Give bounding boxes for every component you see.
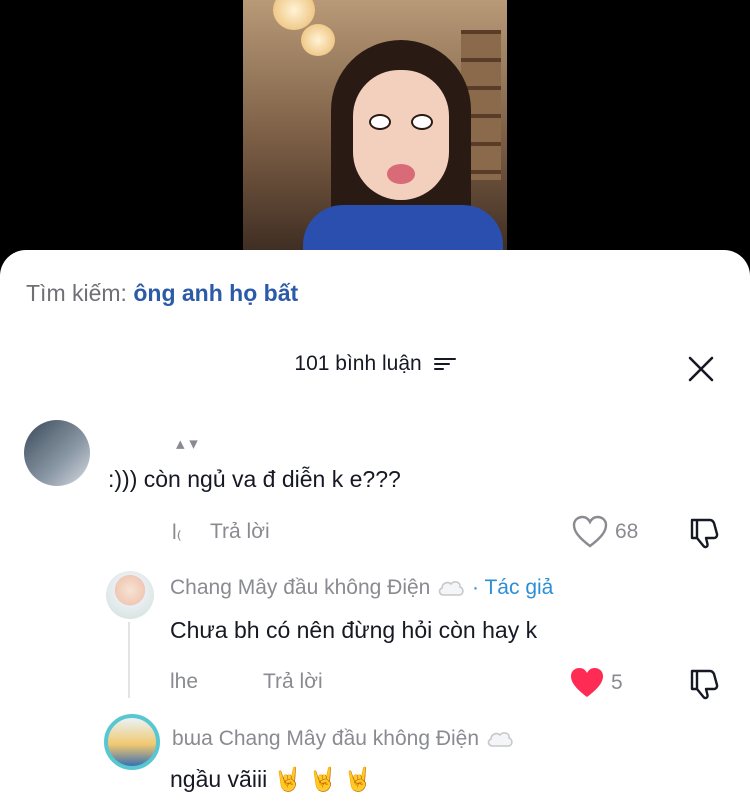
username-obscured: bɯa bbox=[172, 727, 213, 750]
person-face bbox=[353, 70, 449, 200]
timestamp-obscured: lhe bbox=[170, 670, 199, 693]
dislike-icon[interactable] bbox=[686, 516, 720, 550]
cloud-icon bbox=[436, 578, 466, 598]
comment-text: :))) còn ngủ va đ diễn k e??? bbox=[108, 466, 401, 492]
reply-author-row: bɯa Chang Mây đầu không Điện bbox=[172, 727, 515, 751]
avatar[interactable] bbox=[106, 571, 154, 619]
heart-filled-icon[interactable] bbox=[569, 666, 605, 700]
like-count: 5 bbox=[611, 671, 623, 694]
avatar[interactable] bbox=[104, 714, 160, 770]
video-area[interactable] bbox=[0, 0, 750, 260]
sort-icon[interactable] bbox=[433, 356, 456, 372]
close-icon[interactable] bbox=[684, 352, 718, 386]
comments-header: 101 bình luận bbox=[0, 352, 750, 376]
author-name[interactable]: Chang Mây đầu không Điện bbox=[219, 727, 479, 750]
heart-icon[interactable] bbox=[572, 515, 608, 549]
like-count: 68 bbox=[615, 520, 639, 543]
thread-line bbox=[128, 622, 130, 698]
video-thumbnail[interactable] bbox=[243, 0, 507, 260]
reply-text: Chưa bh có nên đừng hỏi còn hay k bbox=[170, 617, 538, 643]
author-tag: · Tác giả bbox=[472, 576, 554, 599]
reply-button[interactable]: Trả lời bbox=[210, 520, 270, 544]
reply-author-row: Chang Mây đầu không Điện · Tác giả bbox=[170, 576, 553, 600]
reply-button[interactable]: Trả lời bbox=[263, 670, 323, 694]
author-name[interactable]: Chang Mây đầu không Điện bbox=[170, 576, 430, 599]
cloud-icon bbox=[485, 729, 515, 749]
lamp-decoration bbox=[301, 24, 335, 56]
comment-count: 101 bình luận bbox=[294, 352, 422, 375]
dislike-icon[interactable] bbox=[686, 667, 720, 701]
search-query-link[interactable]: ông anh họ bất bbox=[133, 280, 298, 306]
reply-text: ngầu vãiii 🤘 🤘 🤘 bbox=[170, 766, 373, 792]
timestamp-obscured: l₍ bbox=[172, 521, 182, 544]
avatar[interactable] bbox=[24, 420, 90, 486]
search-suggestion[interactable]: Tìm kiếm: ông anh họ bất bbox=[26, 280, 298, 307]
search-prefix: Tìm kiếm: bbox=[26, 280, 127, 306]
username-obscured[interactable]: ▴ ▾ bbox=[176, 434, 198, 454]
